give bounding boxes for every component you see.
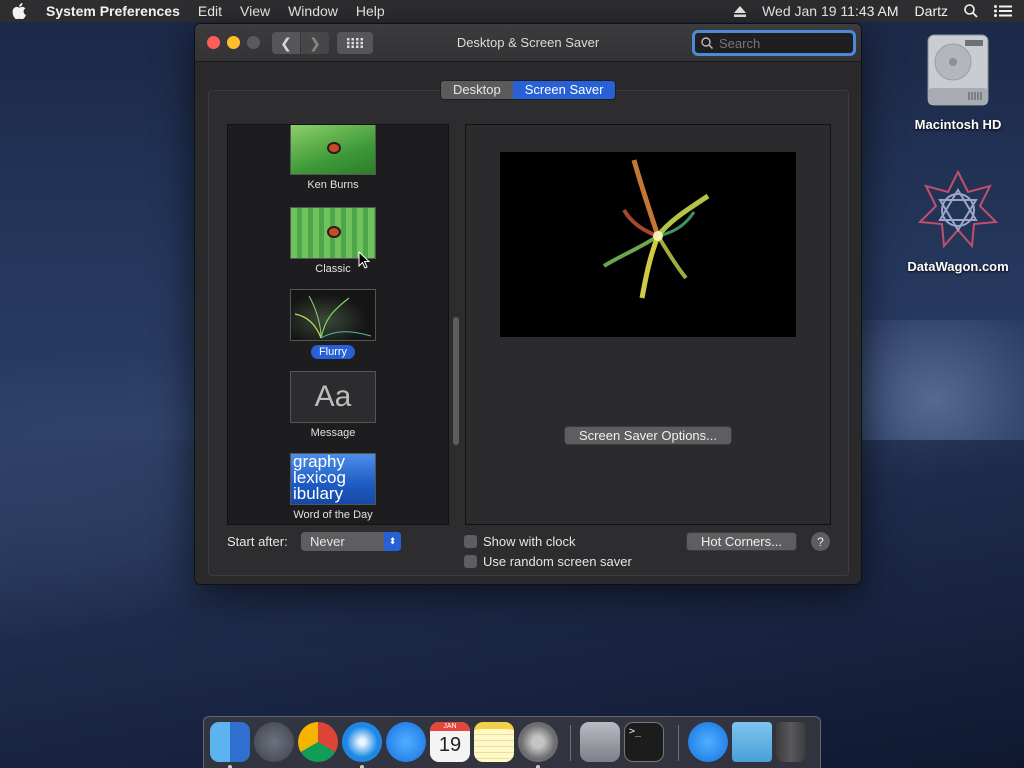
ladybug-icon — [327, 226, 341, 238]
screen-saver-preview — [500, 152, 796, 337]
finder-icon[interactable] — [210, 722, 250, 762]
flurry-preview-art — [602, 159, 710, 299]
list-item-word-of-the-day[interactable]: graphy lexicog ibulary Word of the Day — [228, 453, 438, 521]
dock-separator — [570, 725, 571, 761]
user-menu[interactable]: Dartz — [915, 3, 948, 19]
chevron-up-down-icon: ⬍ — [384, 532, 401, 551]
mouse-cursor-icon — [358, 251, 370, 269]
app-store-icon[interactable] — [386, 722, 426, 762]
trash-icon[interactable] — [776, 722, 806, 762]
menu-edit[interactable]: Edit — [198, 3, 222, 19]
search-icon — [701, 37, 713, 49]
menu-view[interactable]: View — [240, 3, 270, 19]
desktop-icon-label: Macintosh HD — [914, 117, 1002, 132]
folder-icon[interactable] — [732, 722, 772, 762]
desktop-icon-label: DataWagon.com — [907, 259, 1009, 274]
list-item-label: Classic — [315, 263, 351, 275]
hard-drive-icon — [927, 34, 989, 106]
word-of-the-day-thumbnail: graphy lexicog ibulary — [290, 453, 376, 505]
list-item-classic[interactable]: Classic — [228, 207, 438, 275]
notes-icon[interactable] — [474, 722, 514, 762]
apple-menu-icon[interactable] — [12, 3, 26, 19]
list-item-ken-burns[interactable]: Ken Burns — [228, 125, 438, 191]
chrome-icon[interactable] — [298, 722, 338, 762]
calendar-day: 19 — [438, 734, 462, 756]
spotlight-search-icon[interactable] — [964, 4, 978, 18]
menu-window[interactable]: Window — [288, 3, 338, 19]
word-thumbnail-text: graphy lexicog ibulary — [293, 453, 346, 503]
message-thumbnail: Aa — [290, 371, 376, 423]
list-item-flurry[interactable]: Flurry — [228, 289, 438, 359]
ladybug-icon — [327, 142, 341, 154]
start-after-select[interactable]: Never ⬍ — [301, 532, 401, 551]
notification-center-icon[interactable] — [994, 5, 1012, 17]
flurry-thumbnail-art — [294, 295, 372, 339]
launchpad-icon[interactable] — [254, 722, 294, 762]
eject-icon[interactable] — [734, 5, 747, 17]
tab-screen-saver[interactable]: Screen Saver — [512, 81, 616, 99]
desktop-icon-macintosh-hd[interactable]: Macintosh HD — [898, 32, 1018, 132]
disk-utility-icon[interactable] — [580, 722, 620, 762]
downloads-stack-icon[interactable] — [688, 722, 728, 762]
tab-bar: Desktop Screen Saver — [440, 80, 617, 100]
app-menu[interactable]: System Preferences — [46, 3, 180, 19]
search-field[interactable] — [692, 30, 856, 56]
ken-burns-thumbnail — [290, 125, 376, 175]
preferences-window: ❮ ❯ Desktop & Screen Saver Desktop — [194, 23, 862, 585]
calendar-icon[interactable]: JAN 19 — [430, 722, 470, 762]
help-button[interactable]: ? — [811, 532, 830, 551]
flurry-thumbnail — [290, 289, 376, 341]
list-item-label: Ken Burns — [307, 179, 359, 191]
system-preferences-icon[interactable] — [518, 722, 558, 762]
menu-bar: System Preferences Edit View Window Help… — [0, 0, 1024, 22]
list-item-message[interactable]: Aa Message — [228, 371, 438, 439]
clock[interactable]: Wed Jan 19 11:43 AM — [762, 3, 898, 19]
menu-help[interactable]: Help — [356, 3, 385, 19]
hot-corners-button[interactable]: Hot Corners... — [686, 532, 797, 551]
calendar-month: JAN — [430, 722, 470, 731]
dock: JAN 19 >_ — [203, 716, 821, 768]
list-item-label: Message — [310, 427, 356, 439]
start-after-value: Never — [310, 534, 345, 549]
show-with-clock-checkbox[interactable]: Show with clock — [464, 534, 575, 549]
terminal-icon[interactable]: >_ — [624, 722, 664, 762]
checkbox-box[interactable] — [464, 535, 477, 548]
safari-icon[interactable] — [342, 722, 382, 762]
dock-separator — [678, 725, 679, 761]
title-bar[interactable]: ❮ ❯ Desktop & Screen Saver — [195, 24, 861, 62]
use-random-screen-saver-checkbox[interactable]: Use random screen saver — [464, 554, 632, 569]
screen-saver-list[interactable]: Ken Burns Classic Flurry Aa Message grap… — [227, 124, 449, 525]
list-item-label-selected: Flurry — [310, 345, 356, 359]
tab-desktop[interactable]: Desktop — [441, 81, 513, 99]
search-input[interactable] — [719, 35, 839, 51]
list-item-label: Word of the Day — [293, 509, 373, 521]
checkbox-label: Show with clock — [483, 534, 576, 549]
message-thumbnail-text: Aa — [314, 380, 352, 413]
datawagon-logo-icon — [917, 169, 999, 249]
checkbox-box[interactable] — [464, 555, 477, 568]
list-scrollbar[interactable] — [453, 317, 459, 445]
checkbox-label: Use random screen saver — [483, 554, 632, 569]
start-after-label: Start after: — [227, 534, 288, 549]
screen-saver-options-button[interactable]: Screen Saver Options... — [564, 426, 732, 445]
desktop-icon-datawagon[interactable]: DataWagon.com — [898, 168, 1018, 274]
